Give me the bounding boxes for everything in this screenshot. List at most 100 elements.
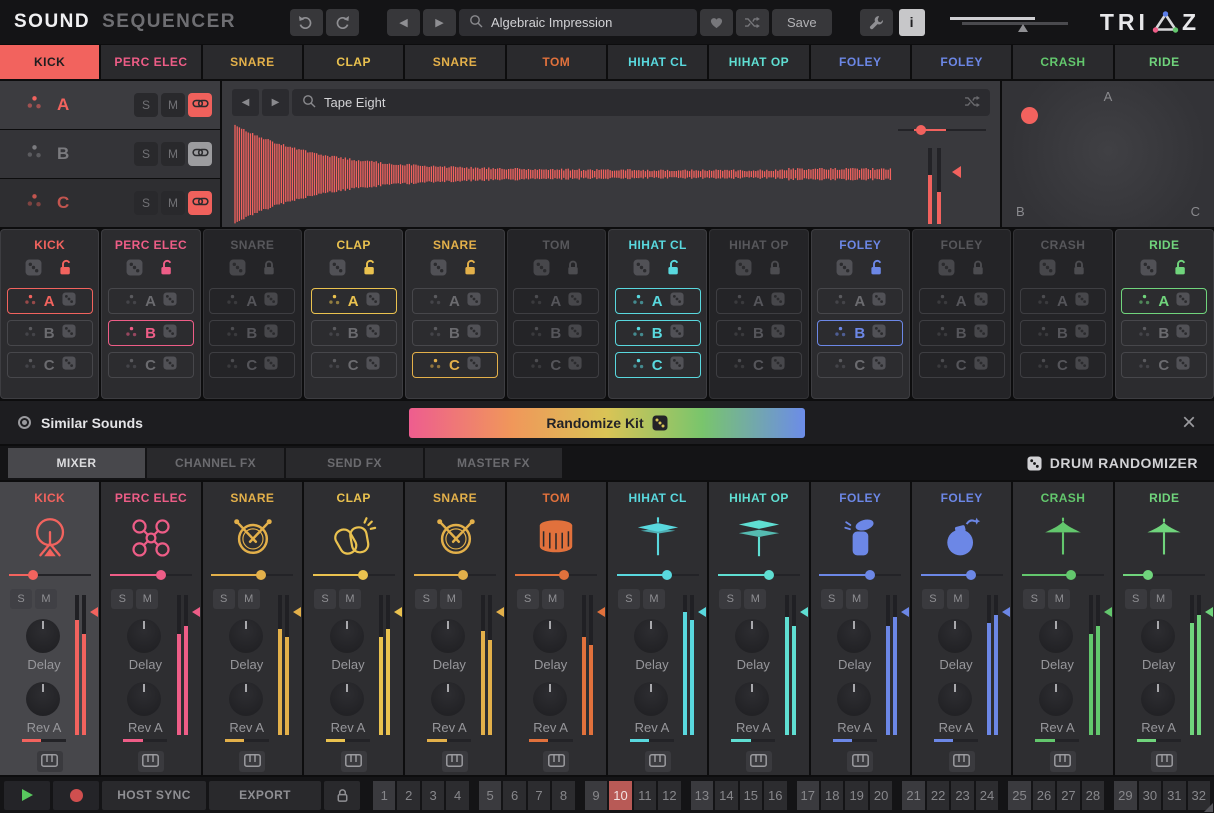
keyboard-button[interactable]	[1050, 751, 1076, 772]
track-tab-perc-elec-2[interactable]: PERC ELEC	[101, 45, 200, 79]
slot-dice-icon[interactable]	[670, 356, 684, 375]
grid-slot-b[interactable]: B	[7, 320, 93, 346]
grid-slot-a[interactable]: A	[817, 288, 903, 314]
mixer-channel-kick-1[interactable]: KICK S M Delay Rev A	[0, 482, 99, 775]
unlock-icon[interactable]	[362, 259, 378, 281]
mixer-channel-ride-12[interactable]: RIDE S M Delay Rev A	[1115, 482, 1214, 775]
step-21[interactable]: 21	[902, 781, 924, 810]
step-20[interactable]: 20	[870, 781, 892, 810]
keyboard-button[interactable]	[138, 751, 164, 772]
unlock-icon[interactable]	[666, 259, 682, 281]
slot-dice-icon[interactable]	[670, 292, 684, 311]
grid-slot-c[interactable]: C	[817, 352, 903, 378]
dice-icon[interactable]	[735, 259, 752, 281]
solo-button[interactable]: S	[1023, 589, 1045, 609]
step-8[interactable]: 8	[552, 781, 574, 810]
slot-dice-icon[interactable]	[62, 292, 76, 311]
solo-button[interactable]: S	[517, 589, 539, 609]
grid-slot-a[interactable]: A	[209, 288, 295, 314]
dice-icon[interactable]	[1140, 259, 1157, 281]
delay-send-knob[interactable]	[1141, 619, 1175, 653]
delay-send-knob[interactable]	[735, 619, 769, 653]
keyboard-button[interactable]	[746, 751, 772, 772]
mute-button[interactable]: M	[136, 589, 158, 609]
keyboard-button[interactable]	[949, 751, 975, 772]
track-tab-ride-12[interactable]: RIDE	[1115, 45, 1214, 79]
mute-button[interactable]: M	[1150, 589, 1172, 609]
mixer-channel-clap-4[interactable]: CLAP S M Delay Rev A	[304, 482, 403, 775]
layer-mute-button[interactable]: M	[161, 93, 185, 117]
step-10[interactable]: 10	[609, 781, 631, 810]
channel-volume-slider[interactable]	[819, 569, 901, 581]
save-button[interactable]: Save	[772, 9, 832, 36]
grid-slot-b[interactable]: B	[209, 320, 295, 346]
solo-button[interactable]: S	[922, 589, 944, 609]
delay-send-knob[interactable]	[431, 619, 465, 653]
delay-send-knob[interactable]	[330, 619, 364, 653]
keyboard-button[interactable]	[645, 751, 671, 772]
delay-send-knob[interactable]	[938, 619, 972, 653]
lock-icon[interactable]	[1072, 259, 1086, 281]
keyboard-button[interactable]	[37, 751, 63, 772]
xy-cursor[interactable]	[1021, 107, 1038, 124]
keyboard-button[interactable]	[239, 751, 265, 772]
unlock-icon[interactable]	[58, 259, 74, 281]
mute-button[interactable]: M	[339, 589, 361, 609]
slot-dice-icon[interactable]	[670, 324, 684, 343]
layer-mute-button[interactable]: M	[161, 191, 185, 215]
keyboard-button[interactable]	[543, 751, 569, 772]
lock-icon[interactable]	[768, 259, 782, 281]
meter-marker-icon[interactable]	[896, 607, 909, 617]
meter-marker-icon[interactable]	[1099, 607, 1112, 617]
channel-volume-slider[interactable]	[617, 569, 699, 581]
track-tab-snare-3[interactable]: SNARE	[203, 45, 302, 79]
mixer-channel-hihat-op-8[interactable]: HIHAT OP S M Delay Rev A	[709, 482, 808, 775]
grid-slot-b[interactable]: B	[716, 320, 802, 346]
dice-icon[interactable]	[836, 259, 853, 281]
track-tab-tom-6[interactable]: TOM	[507, 45, 606, 79]
step-12[interactable]: 12	[658, 781, 680, 810]
slot-dice-icon[interactable]	[1176, 292, 1190, 311]
slot-dice-icon[interactable]	[163, 324, 177, 343]
pattern-lock-button[interactable]	[324, 781, 360, 810]
track-tab-snare-5[interactable]: SNARE	[405, 45, 504, 79]
slot-dice-icon[interactable]	[467, 356, 481, 375]
undo-button[interactable]	[290, 9, 323, 36]
channel-volume-slider[interactable]	[515, 569, 597, 581]
layer-row-a[interactable]: A S M	[0, 81, 220, 129]
grid-slot-a[interactable]: A	[1020, 288, 1106, 314]
layer-link-button[interactable]	[188, 93, 212, 117]
track-tab-clap-4[interactable]: CLAP	[304, 45, 403, 79]
channel-volume-slider[interactable]	[211, 569, 293, 581]
solo-button[interactable]: S	[10, 589, 32, 609]
meter-marker-icon[interactable]	[997, 607, 1010, 617]
mixer-channel-perc-elec-2[interactable]: PERC ELEC S M Delay Rev A	[101, 482, 200, 775]
mixer-channel-tom-6[interactable]: TOM S M Delay Rev A	[507, 482, 606, 775]
similar-sounds-radio[interactable]	[18, 416, 31, 429]
grid-slot-c[interactable]: C	[513, 352, 599, 378]
grid-slot-b[interactable]: B	[108, 320, 194, 346]
reverb-send-knob[interactable]	[127, 682, 161, 716]
grid-slot-a[interactable]: A	[7, 288, 93, 314]
delay-send-knob[interactable]	[634, 619, 668, 653]
step-30[interactable]: 30	[1139, 781, 1161, 810]
grid-slot-a[interactable]: A	[513, 288, 599, 314]
grid-slot-c[interactable]: C	[716, 352, 802, 378]
step-16[interactable]: 16	[764, 781, 786, 810]
step-6[interactable]: 6	[503, 781, 525, 810]
channel-volume-slider[interactable]	[9, 569, 91, 581]
mixer-channel-crash-11[interactable]: CRASH S M Delay Rev A	[1013, 482, 1112, 775]
prev-preset-button[interactable]: ◀	[387, 9, 420, 36]
record-button[interactable]	[53, 781, 99, 810]
step-23[interactable]: 23	[951, 781, 973, 810]
grid-slot-c[interactable]: C	[919, 352, 1005, 378]
slot-dice-icon[interactable]	[568, 324, 582, 343]
reverb-send-knob[interactable]	[1141, 682, 1175, 716]
step-13[interactable]: 13	[691, 781, 713, 810]
layer-row-c[interactable]: C S M	[0, 179, 220, 227]
channel-volume-slider[interactable]	[313, 569, 395, 581]
slot-dice-icon[interactable]	[163, 356, 177, 375]
slot-dice-icon[interactable]	[264, 292, 278, 311]
slot-dice-icon[interactable]	[568, 356, 582, 375]
step-4[interactable]: 4	[446, 781, 468, 810]
